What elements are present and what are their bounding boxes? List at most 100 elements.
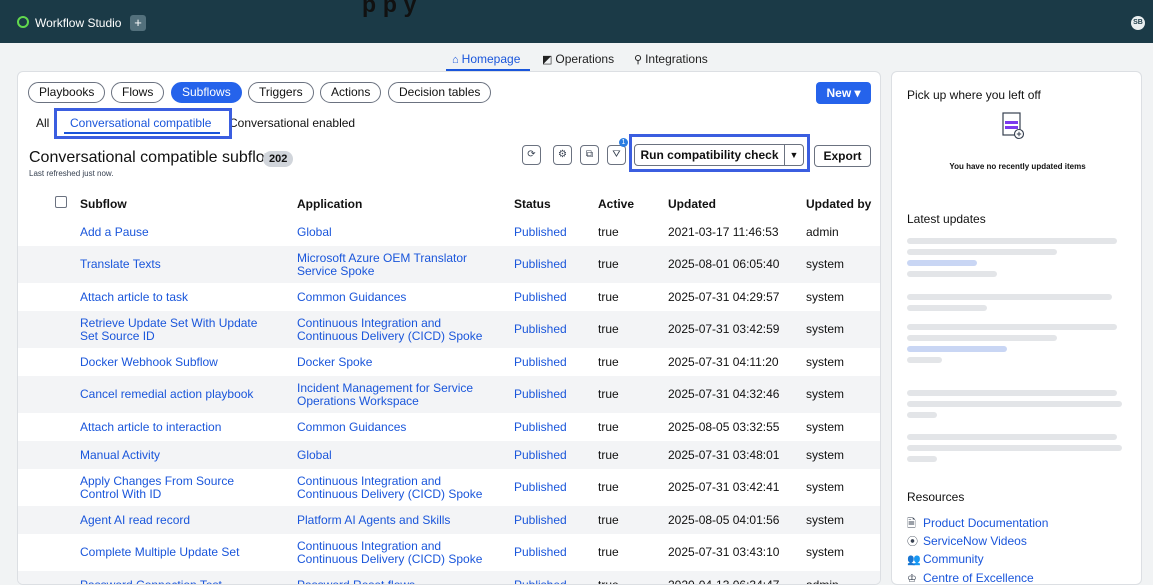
- updated-by-value-line: system: [806, 513, 845, 527]
- table-row[interactable]: Attach article to interaction Common Guid…: [18, 413, 880, 441]
- column-header-application[interactable]: Application: [297, 197, 362, 211]
- application-link[interactable]: Docker Spoke: [297, 356, 372, 369]
- application-link-line: Global: [297, 448, 332, 462]
- application-link[interactable]: Continuous Integration and Continuous Del…: [297, 540, 482, 566]
- activity-item[interactable]: [907, 238, 1127, 282]
- filter-icon[interactable]: ⛛: [607, 145, 626, 165]
- active-value-line: true: [598, 448, 619, 462]
- application-link[interactable]: Continuous Integration and Continuous Del…: [297, 317, 482, 343]
- status-link[interactable]: Published: [514, 258, 567, 271]
- status-link[interactable]: Published: [514, 226, 567, 239]
- type-chip-subflows[interactable]: Subflows: [171, 82, 242, 103]
- table-row[interactable]: Cancel remedial action playbook Incident …: [18, 376, 880, 413]
- application-link[interactable]: Incident Management for Service Operation…: [297, 382, 473, 408]
- subflow-name-link[interactable]: Retrieve Update Set With Update Set Sourc…: [80, 317, 257, 343]
- status-link[interactable]: Published: [514, 514, 567, 527]
- status-link[interactable]: Published: [514, 356, 567, 369]
- type-chip-decision-tables[interactable]: Decision tables: [388, 82, 492, 103]
- table-row[interactable]: Manual Activity Global Published true 2025-0…: [18, 441, 880, 469]
- activity-item[interactable]: [907, 434, 1127, 467]
- subflow-name-link[interactable]: Cancel remedial action playbook: [80, 388, 253, 401]
- settings-icon[interactable]: ⚙: [553, 145, 572, 165]
- servicenow-logo-icon: [17, 16, 29, 28]
- application-link[interactable]: Common Guidances: [297, 291, 406, 304]
- status-link[interactable]: Published: [514, 481, 567, 494]
- refresh-icon[interactable]: ⟳: [522, 145, 541, 165]
- table-row[interactable]: Translate Texts Microsoft Azure OEM Trans…: [18, 246, 880, 283]
- type-chip-triggers[interactable]: Triggers: [248, 82, 314, 103]
- subflow-name-link[interactable]: Translate Texts: [80, 258, 161, 271]
- export-button[interactable]: Export: [814, 145, 871, 167]
- resource-link-community[interactable]: 👥 Community: [907, 552, 984, 566]
- tab-integrations[interactable]: ⚲ Integrations: [634, 52, 708, 66]
- type-chip-flows[interactable]: Flows: [111, 82, 165, 103]
- subflow-name-link[interactable]: Complete Multiple Update Set: [80, 546, 239, 559]
- subflow-name-link-line: Control With ID: [80, 487, 162, 501]
- status-link[interactable]: Published: [514, 449, 567, 462]
- application-link[interactable]: Continuous Integration and Continuous Del…: [297, 475, 482, 501]
- updated-value: 2025-07-31 03:43:10: [668, 546, 779, 559]
- subtab-conversational-enabled[interactable]: Conversational enabled: [229, 116, 355, 130]
- application-link[interactable]: Global: [297, 226, 332, 239]
- subflow-name-link[interactable]: Attach article to task: [80, 291, 188, 304]
- add-tab-button[interactable]: +: [130, 15, 146, 31]
- active-value-line: true: [598, 578, 619, 585]
- subtab-all[interactable]: All: [36, 116, 49, 130]
- subflow-name-link[interactable]: Password Connection Test: [80, 579, 222, 585]
- table-row[interactable]: Agent AI read record Platform AI Agents a…: [18, 506, 880, 534]
- status-link[interactable]: Published: [514, 579, 567, 585]
- open-external-icon[interactable]: ⧉: [580, 145, 599, 165]
- subflow-name-link[interactable]: Docker Webhook Subflow: [80, 356, 218, 369]
- tab-homepage[interactable]: ⌂ Homepage: [452, 52, 520, 66]
- status-link-line: Published: [514, 290, 567, 304]
- resource-link-product-documentation[interactable]: 🗎 Product Documentation: [907, 515, 1048, 534]
- updated-value-line: 2020-04-13 06:34:47: [668, 578, 780, 585]
- column-header-status[interactable]: Status: [514, 197, 551, 211]
- active-value-line: true: [598, 225, 619, 239]
- subflow-name-link[interactable]: Manual Activity: [80, 449, 160, 462]
- status-link[interactable]: Published: [514, 546, 567, 559]
- application-link[interactable]: Common Guidances: [297, 421, 406, 434]
- application-link[interactable]: Microsoft Azure OEM Translator Service Sp…: [297, 252, 467, 278]
- table-row[interactable]: Retrieve Update Set With Update Set Sourc…: [18, 311, 880, 348]
- table-row[interactable]: Complete Multiple Update Set Continuous I…: [18, 534, 880, 571]
- subflow-name-link[interactable]: Attach article to interaction: [80, 421, 221, 434]
- table-row[interactable]: Apply Changes From Source Control With ID…: [18, 469, 880, 506]
- status-link[interactable]: Published: [514, 291, 567, 304]
- type-chip-playbooks[interactable]: Playbooks: [28, 82, 106, 103]
- resource-link-centre-of-excellence[interactable]: ♔ Centre of Excellence: [907, 571, 1034, 584]
- user-avatar[interactable]: SB: [1131, 16, 1145, 30]
- column-header-updated-by[interactable]: Updated by: [806, 197, 871, 211]
- subflow-name-link[interactable]: Agent AI read record: [80, 514, 190, 527]
- status-link-line: Published: [514, 387, 567, 401]
- column-header-subflow[interactable]: Subflow: [80, 197, 127, 211]
- table-row[interactable]: Attach article to task Common Guidances Pu…: [18, 283, 880, 311]
- new-button[interactable]: New ▾: [816, 82, 871, 104]
- status-link[interactable]: Published: [514, 323, 567, 336]
- subflow-name-link[interactable]: Add a Pause: [80, 226, 149, 239]
- table-row[interactable]: Add a Pause Global Published true 2021-03-17…: [18, 218, 880, 246]
- status-link-line: Published: [514, 420, 567, 434]
- column-header-updated[interactable]: Updated: [668, 197, 716, 211]
- subflow-name-link[interactable]: Apply Changes From Source Control With ID: [80, 475, 234, 501]
- subflow-name-link-line: Agent AI read record: [80, 513, 191, 527]
- application-link[interactable]: Password Reset flows: [297, 579, 415, 585]
- table-row[interactable]: Password Connection Test Password Reset f…: [18, 571, 880, 585]
- activity-item[interactable]: [907, 324, 1127, 368]
- updated-value: 2025-08-05 03:32:55: [668, 421, 779, 434]
- activity-item[interactable]: [907, 390, 1127, 423]
- activity-item[interactable]: [907, 294, 1127, 316]
- type-chip-actions[interactable]: Actions: [320, 82, 382, 103]
- resource-link-servicenow-videos[interactable]: ⦿ ServiceNow Videos: [907, 533, 1027, 549]
- application-link[interactable]: Global: [297, 449, 332, 462]
- updated-by-value: system: [806, 356, 844, 369]
- application-link[interactable]: Platform AI Agents and Skills: [297, 514, 450, 527]
- status-link[interactable]: Published: [514, 388, 567, 401]
- updated-value-line: 2025-07-31 03:43:10: [668, 545, 780, 559]
- table-row[interactable]: Docker Webhook Subflow Docker Spoke Publis…: [18, 348, 880, 376]
- select-all-checkbox[interactable]: [55, 196, 67, 208]
- updated-by-value: system: [806, 388, 844, 401]
- status-link[interactable]: Published: [514, 421, 567, 434]
- column-header-active[interactable]: Active: [598, 197, 634, 211]
- tab-operations[interactable]: ◩ Operations: [542, 52, 614, 66]
